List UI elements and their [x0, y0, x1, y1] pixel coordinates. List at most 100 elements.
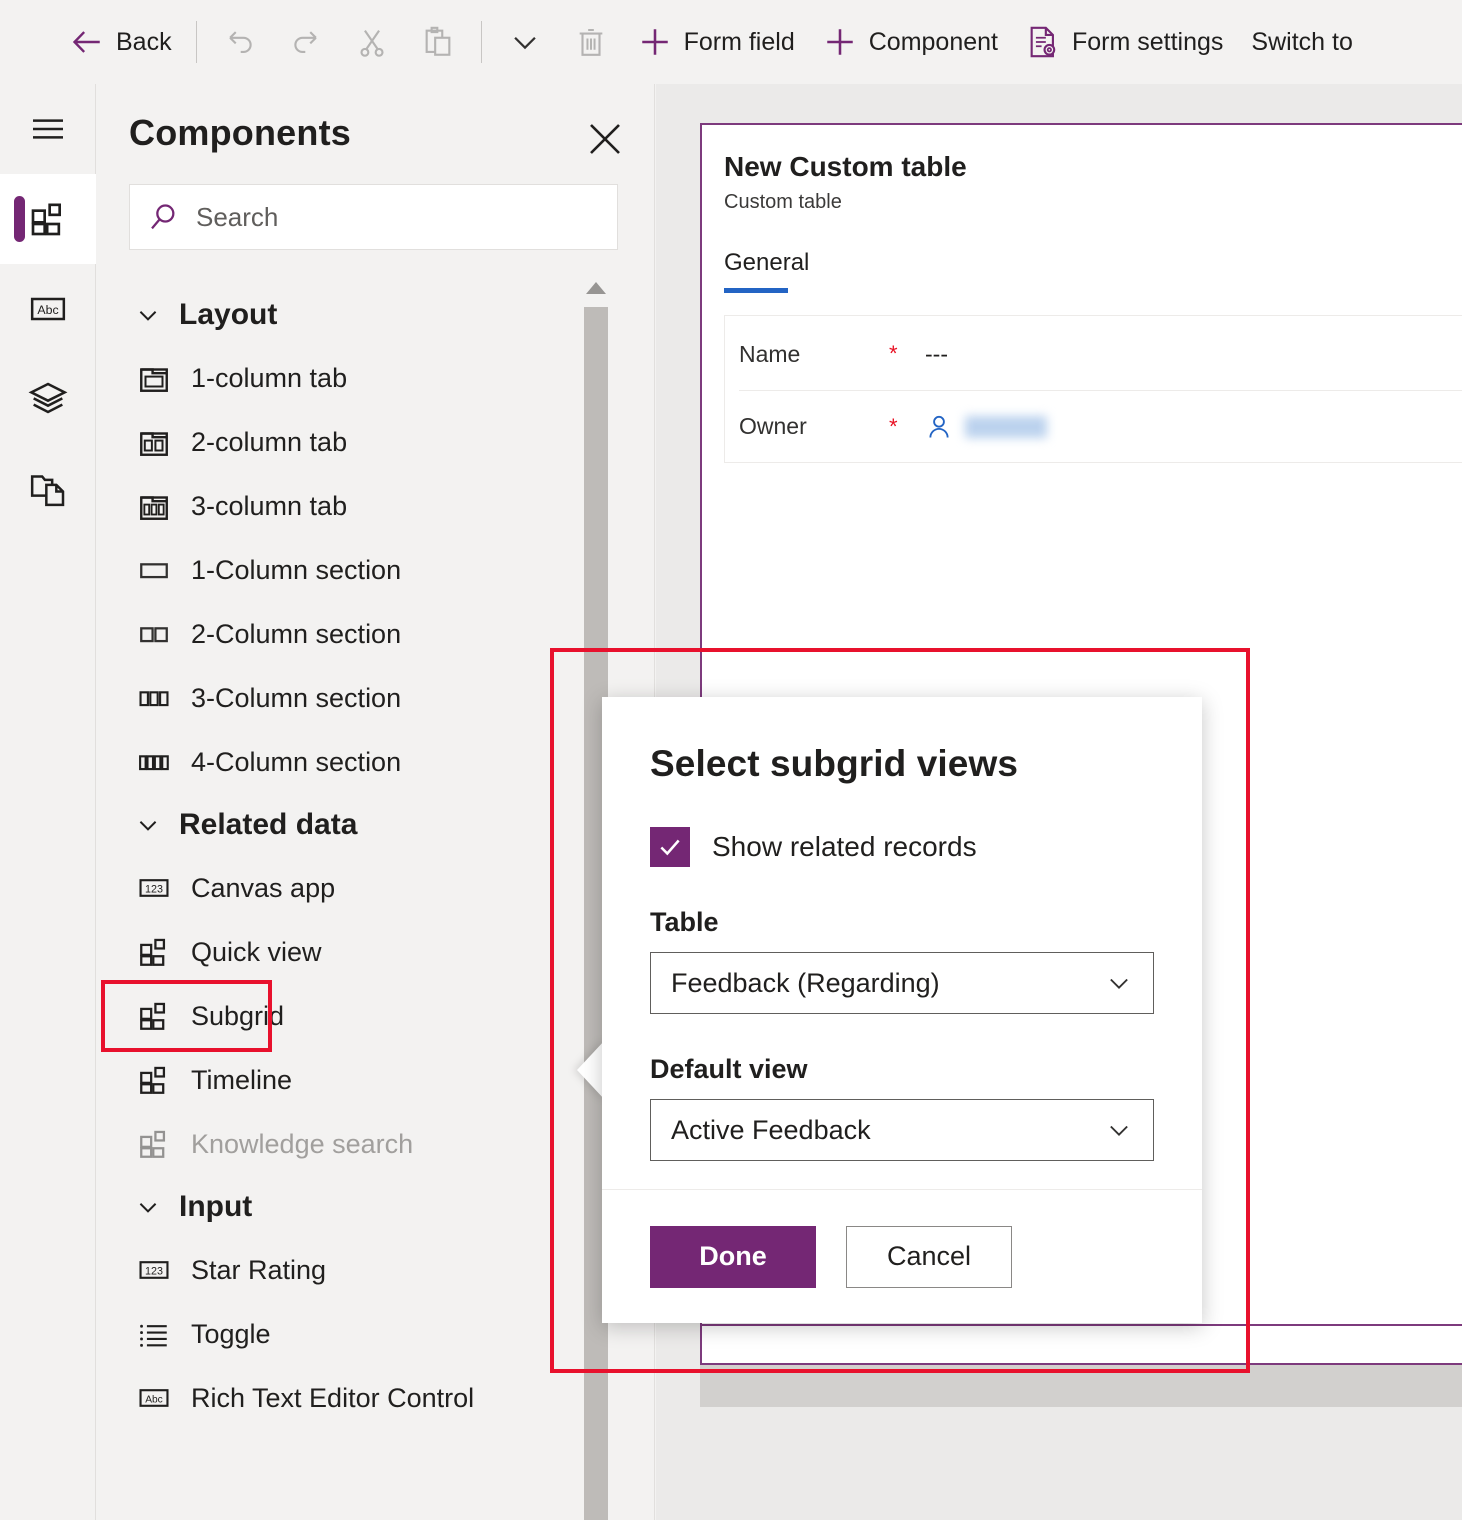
form-record-title: New Custom table: [724, 151, 967, 183]
form-settings-button[interactable]: Form settings: [1012, 12, 1237, 72]
numeric-123-icon: 123: [137, 871, 171, 905]
table-dropdown[interactable]: Feedback (Regarding): [650, 952, 1154, 1014]
done-button[interactable]: Done: [650, 1226, 816, 1288]
rail-item-tree-view[interactable]: [0, 354, 96, 444]
more-commands-button[interactable]: [492, 12, 558, 72]
chevron-down-icon: [135, 812, 161, 838]
component-item-1-column-section[interactable]: 1-Column section: [97, 538, 654, 602]
component-item-2-column-section[interactable]: 2-Column section: [97, 602, 654, 666]
component-item-label: Rich Text Editor Control: [191, 1383, 474, 1414]
component-item-label: Canvas app: [191, 873, 335, 904]
rail-item-components[interactable]: [0, 174, 96, 264]
back-label: Back: [116, 28, 172, 57]
rail-item-table-columns[interactable]: Abc: [0, 264, 96, 354]
chevron-down-icon: [508, 25, 542, 59]
back-button[interactable]: Back: [56, 12, 186, 72]
abc-icon: Abc: [137, 1381, 171, 1415]
one-column-tab-icon: [137, 361, 171, 395]
component-item-label: Timeline: [191, 1065, 292, 1096]
search-input[interactable]: Search: [196, 202, 278, 233]
cut-button[interactable]: [339, 12, 405, 72]
arrow-left-icon: [70, 25, 104, 59]
panel-title: Components: [129, 112, 351, 154]
default-view-dropdown[interactable]: Active Feedback: [650, 1099, 1154, 1161]
grid-blocks-icon: [137, 999, 171, 1033]
grid-blocks-icon: [137, 935, 171, 969]
switch-to-label: Switch to: [1251, 28, 1352, 57]
cancel-button[interactable]: Cancel: [846, 1226, 1012, 1288]
component-group-input[interactable]: Input: [97, 1176, 654, 1238]
hamburger-menu-button[interactable]: [0, 84, 96, 174]
delete-button[interactable]: [558, 12, 624, 72]
switch-to-button[interactable]: Switch to: [1237, 12, 1366, 72]
component-item-label: Quick view: [191, 937, 322, 968]
component-item-rich-text-editor-control[interactable]: Abc Rich Text Editor Control: [97, 1366, 654, 1430]
form-field-row-owner[interactable]: Owner *: [739, 390, 1462, 462]
show-related-records-row[interactable]: Show related records: [650, 827, 1154, 867]
app-root: Back: [0, 0, 1462, 1520]
close-icon[interactable]: [584, 118, 626, 160]
table-field-label: Table: [650, 907, 1154, 938]
component-group-layout[interactable]: Layout: [97, 284, 654, 346]
rail-item-form-library[interactable]: [0, 444, 96, 534]
component-item-2-column-tab[interactable]: 2-column tab: [97, 410, 654, 474]
component-item-3-column-section[interactable]: 3-Column section: [97, 666, 654, 730]
plus-icon: [823, 25, 857, 59]
show-related-records-checkbox[interactable]: [650, 827, 690, 867]
component-item-toggle[interactable]: Toggle: [97, 1302, 654, 1366]
toolbar-divider-1: [196, 21, 197, 63]
undo-icon: [223, 25, 257, 59]
component-item-quick-view[interactable]: Quick view: [97, 920, 654, 984]
svg-text:Abc: Abc: [37, 303, 58, 317]
two-column-section-icon: [137, 617, 171, 651]
component-item-4-column-section[interactable]: 4-Column section: [97, 730, 654, 794]
chevron-down-icon: [135, 1194, 161, 1220]
abc-icon: Abc: [28, 289, 68, 329]
left-rail: Abc: [0, 84, 96, 1520]
undo-button[interactable]: [207, 12, 273, 72]
component-item-1-column-tab[interactable]: 1-column tab: [97, 346, 654, 410]
tab-general[interactable]: General: [724, 249, 809, 277]
scroll-up-arrow-icon[interactable]: [584, 280, 608, 296]
plus-icon: [638, 25, 672, 59]
redo-icon: [289, 25, 323, 59]
command-bar: Back: [0, 0, 1462, 84]
component-group-label: Related data: [179, 808, 357, 842]
field-value-name: ---: [925, 341, 948, 368]
svg-text:Abc: Abc: [145, 1395, 163, 1406]
component-item-3-column-tab[interactable]: 3-column tab: [97, 474, 654, 538]
component-item-subgrid[interactable]: Subgrid: [97, 984, 654, 1048]
component-group-label: Layout: [179, 298, 277, 332]
four-column-section-icon: [137, 745, 171, 779]
component-item-star-rating[interactable]: 123Star Rating: [97, 1238, 654, 1302]
layers-icon: [28, 379, 68, 419]
redo-button[interactable]: [273, 12, 339, 72]
search-box[interactable]: Search: [129, 184, 618, 250]
form-field-row-name[interactable]: Name * ---: [739, 318, 1462, 390]
grid-blocks-icon: [137, 1127, 171, 1161]
panel-header: Components: [97, 84, 654, 160]
paste-button[interactable]: [405, 12, 471, 72]
component-group-related-data[interactable]: Related data: [97, 794, 654, 856]
component-item-canvas-app[interactable]: 123 Canvas app: [97, 856, 654, 920]
field-label-name: Name: [739, 341, 889, 368]
dialog-footer: Done Cancel: [602, 1189, 1202, 1323]
dialog-title: Select subgrid views: [650, 743, 1154, 785]
form-record-subtitle: Custom table: [724, 191, 842, 214]
required-indicator: *: [889, 341, 925, 367]
list-lines-icon: [137, 1317, 171, 1351]
chevron-down-icon: [135, 302, 161, 328]
components-panel: Components Search Layout 1-column tab2-co…: [97, 84, 655, 1520]
form-section: Name * --- Owner *: [724, 315, 1462, 463]
component-label: Component: [869, 28, 998, 57]
component-item-timeline[interactable]: Timeline: [97, 1048, 654, 1112]
component-button[interactable]: Component: [809, 12, 1012, 72]
component-item-label: 4-Column section: [191, 747, 401, 778]
component-item-label: 1-Column section: [191, 555, 401, 586]
component-item-label: Subgrid: [191, 1001, 284, 1032]
form-field-button[interactable]: Form field: [624, 12, 809, 72]
dialog-callout-beak: [577, 1040, 605, 1100]
field-label-owner: Owner: [739, 413, 889, 440]
component-item-knowledge-search: Knowledge search: [97, 1112, 654, 1176]
component-item-label: Star Rating: [191, 1255, 326, 1286]
